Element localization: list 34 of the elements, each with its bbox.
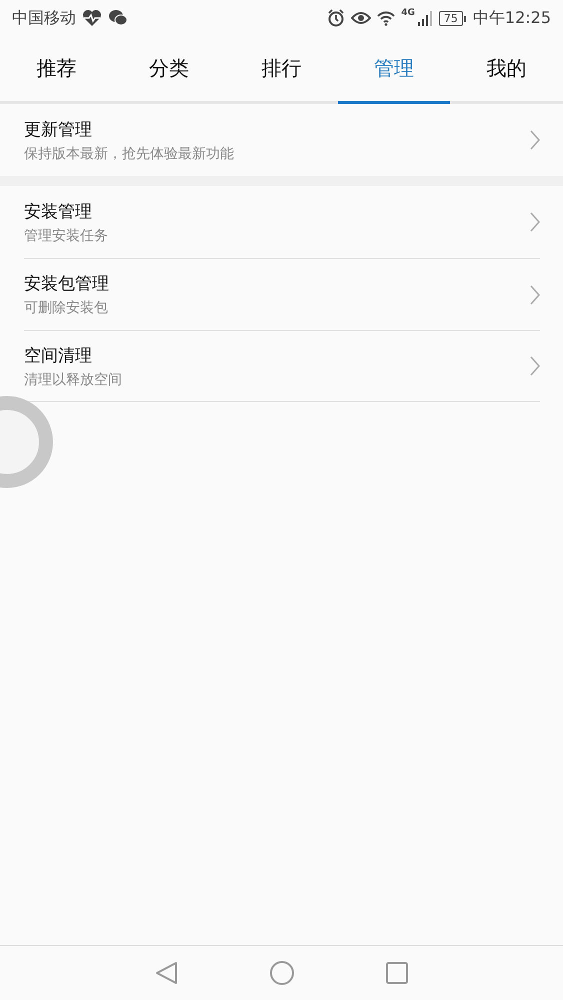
item-subtitle: 保持版本最新，抢先体验最新功能 — [24, 144, 234, 162]
chat-bubbles-icon — [108, 9, 128, 27]
chevron-right-icon — [530, 212, 540, 232]
item-title: 安装包管理 — [24, 273, 109, 295]
clock-time: 中午12:25 — [472, 8, 551, 28]
network-type: 4G — [401, 8, 415, 18]
tab[interactable]: 排行 — [225, 36, 338, 104]
chevron-right-icon — [530, 356, 540, 376]
alarm-clock-icon — [327, 9, 346, 27]
item-subtitle: 管理安装任务 — [24, 226, 108, 244]
chevron-right-icon — [530, 130, 540, 150]
recent-apps-icon[interactable] — [384, 960, 410, 986]
home-icon[interactable] — [268, 960, 294, 986]
battery-level: 75 — [438, 10, 463, 26]
chevron-right-icon — [530, 284, 540, 304]
eye-icon — [351, 10, 372, 26]
signal-icon — [416, 10, 433, 26]
tab[interactable]: 推荐 — [0, 36, 113, 104]
menu-item[interactable]: 更新管理 保持版本最新，抢先体验最新功能 — [24, 104, 540, 176]
tab[interactable]: 管理 — [338, 36, 450, 104]
item-title: 更新管理 — [24, 118, 92, 140]
tab[interactable]: 我的 — [450, 36, 563, 104]
item-subtitle: 清理以释放空间 — [24, 370, 122, 388]
item-title: 安装管理 — [24, 200, 92, 222]
item-subtitle: 可删除安装包 — [24, 299, 108, 317]
wifi-icon — [377, 10, 396, 26]
carrier-name: 中国移动 — [12, 8, 76, 28]
tab[interactable]: 分类 — [112, 36, 226, 104]
menu-item[interactable]: 空间清理 清理以释放空间 — [24, 330, 540, 402]
heart-pulse-icon — [82, 9, 102, 27]
item-title: 空间清理 — [24, 344, 92, 366]
back-icon[interactable] — [154, 960, 180, 986]
menu-item[interactable]: 安装管理 管理安装任务 — [24, 186, 540, 258]
menu-item[interactable]: 安装包管理 可删除安装包 — [24, 258, 540, 330]
